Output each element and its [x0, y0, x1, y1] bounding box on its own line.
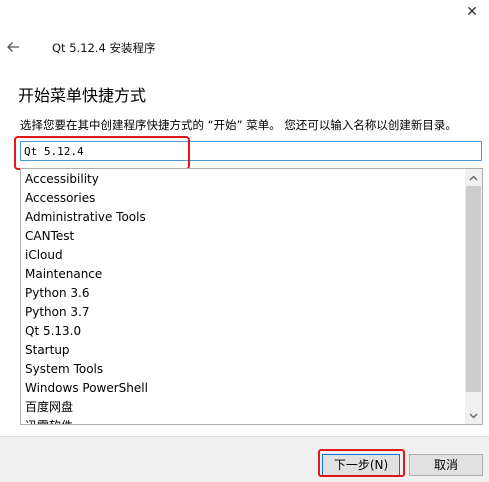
- back-button[interactable]: [4, 38, 22, 56]
- list-item[interactable]: Startup: [25, 341, 464, 360]
- start-menu-folder-list[interactable]: Accessibility Accessories Administrative…: [20, 168, 483, 425]
- list-item[interactable]: Python 3.6: [25, 284, 464, 303]
- list-item[interactable]: Administrative Tools: [25, 208, 464, 227]
- vertical-scrollbar[interactable]: [465, 169, 482, 424]
- list-item[interactable]: 迅雷软件: [25, 417, 464, 424]
- list-item[interactable]: Accessories: [25, 189, 464, 208]
- scroll-up-button[interactable]: [465, 169, 482, 186]
- folder-list-items: Accessibility Accessories Administrative…: [25, 170, 464, 424]
- list-item[interactable]: CANTest: [25, 227, 464, 246]
- instruction-text: 选择您要在其中创建程序快捷方式的 “开始” 菜单。 您还可以输入名称以创建新目录…: [20, 118, 457, 132]
- arrow-left-icon: [7, 42, 19, 52]
- scroll-down-button[interactable]: [465, 407, 482, 424]
- scroll-thumb[interactable]: [466, 186, 481, 392]
- list-item[interactable]: System Tools: [25, 360, 464, 379]
- close-icon: ✕: [466, 4, 478, 20]
- list-item[interactable]: Accessibility: [25, 170, 464, 189]
- list-item[interactable]: Windows PowerShell: [25, 379, 464, 398]
- cancel-button[interactable]: 取消: [409, 454, 483, 476]
- next-button[interactable]: 下一步(N): [322, 454, 400, 476]
- page-title: 开始菜单快捷方式: [18, 86, 147, 105]
- list-item[interactable]: iCloud: [25, 246, 464, 265]
- scroll-down-arrow-icon: [469, 413, 478, 418]
- footer-bar: 下一步(N) 取消: [0, 436, 489, 482]
- list-item[interactable]: 百度网盘: [25, 398, 464, 417]
- list-item[interactable]: Qt 5.13.0: [25, 322, 464, 341]
- list-item[interactable]: Python 3.7: [25, 303, 464, 322]
- scroll-up-arrow-icon: [469, 175, 478, 180]
- start-menu-folder-input[interactable]: [20, 141, 482, 161]
- window-title: Qt 5.12.4 安装程序: [52, 41, 156, 55]
- list-item[interactable]: Maintenance: [25, 265, 464, 284]
- close-button[interactable]: ✕: [455, 0, 489, 24]
